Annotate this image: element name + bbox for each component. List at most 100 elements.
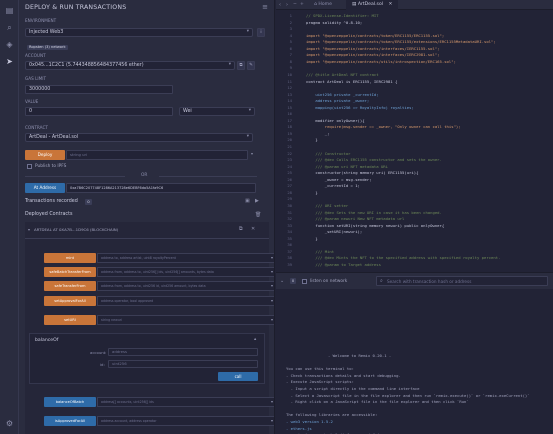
gas-limit-input[interactable]: 3000000 xyxy=(25,85,173,94)
tab-home[interactable]: ⌂ Home xyxy=(308,0,338,10)
code-line: require(msg.sender == _owner, "Only owne… xyxy=(306,124,461,130)
zoom-out-icon[interactable]: − xyxy=(293,0,297,10)
menu-icon[interactable]: ≡ xyxy=(262,3,268,11)
copy-icon[interactable]: ⧉ xyxy=(239,226,243,232)
function-button[interactable]: isApprovedForAll xyxy=(44,416,96,426)
line-number: 14 xyxy=(287,98,292,104)
chevron-up-icon[interactable]: ▴ xyxy=(254,337,256,342)
close-icon[interactable]: ✕ xyxy=(251,226,255,232)
function-input[interactable]: string newuri xyxy=(97,315,274,325)
file-explorer-icon[interactable]: ▤ xyxy=(0,2,19,19)
function-input[interactable]: address account, address operator xyxy=(97,416,274,426)
chevron-down-icon[interactable]: ▾ xyxy=(271,399,273,404)
function-button[interactable]: setApprovalForAll xyxy=(44,296,96,306)
play-icon[interactable]: ▶ xyxy=(255,198,259,204)
tab-artdeal[interactable]: ▤ ArtDeal.sol ✕ xyxy=(346,0,399,10)
code-line: uint256 private _currentId; xyxy=(306,91,379,97)
tab-label: Home xyxy=(318,2,332,7)
chevron-down-icon[interactable]: ▾ xyxy=(271,317,273,322)
line-number: 25 xyxy=(287,170,292,176)
line-number: 17 xyxy=(287,117,292,123)
chevron-down-icon[interactable]: ▾ xyxy=(271,283,273,288)
code-line: contract ArtDeal is ERC1155, IERC2981 { xyxy=(306,78,398,84)
call-button[interactable]: call xyxy=(218,372,258,381)
chevron-down-icon[interactable]: ▾ xyxy=(271,269,273,274)
code-line: _; xyxy=(306,130,330,136)
code-editor[interactable]: 1 // SPDX-License-Identifier: MIT 2 pragma … xyxy=(276,10,553,272)
line-number: 13 xyxy=(287,91,292,97)
panel-title: DEPLOY & RUN TRANSACTIONS xyxy=(25,4,127,11)
code-line: // SPDX-License-Identifier: MIT xyxy=(306,13,379,18)
terminal-search-placeholder: Search with transaction hash or address xyxy=(387,279,472,284)
id-param-input[interactable]: uint256 xyxy=(108,360,258,368)
deploy-panel: DEPLOY & RUN TRANSACTIONS ≡ ENVIRONMENT … xyxy=(19,0,275,434)
instance-title[interactable]: ARTDEAL AT 0XA7B...1D9C6 (BLOCKCHAIN) xyxy=(34,227,118,232)
function-input[interactable]: address to, address artist, uint8 royalt… xyxy=(97,253,274,263)
terminal-line: - Execute JavaScript scripts: xyxy=(286,379,354,385)
terminal-line: You can use this terminal to: xyxy=(286,366,354,372)
search-icon[interactable]: ⌕ xyxy=(0,19,19,36)
terminal-line: - web3 version 1.5.2 xyxy=(286,419,333,424)
function-button[interactable]: safeTransferFrom xyxy=(44,281,96,291)
value-unit-select[interactable]: Wei ▾ xyxy=(179,107,255,116)
line-number: 6 xyxy=(289,45,292,51)
tab-label: ArtDeal.sol xyxy=(357,2,384,7)
function-button[interactable]: mint xyxy=(44,253,96,263)
settings-icon[interactable]: ⚙ xyxy=(0,415,19,432)
code-line: constructor(string memory uri) ERC1155(u… xyxy=(306,170,419,176)
contract-select[interactable]: ArtDeal - ArtDeal.sol ▾ xyxy=(25,133,253,142)
chevron-down-icon[interactable]: ▾ xyxy=(271,418,273,423)
line-number: 7 xyxy=(289,52,292,58)
account-param-input[interactable]: address xyxy=(108,348,258,356)
save-icon[interactable]: ▣ xyxy=(245,198,250,204)
close-icon[interactable]: ✕ xyxy=(389,2,393,7)
line-number: 2 xyxy=(289,19,292,25)
function-button[interactable]: setURI xyxy=(44,315,96,325)
function-button[interactable]: balanceOfBatch xyxy=(44,397,96,407)
line-number: 30 xyxy=(287,202,292,208)
value-amount-input[interactable]: 0 xyxy=(25,107,173,116)
copy-icon[interactable]: ⧉ xyxy=(237,61,245,70)
compile-icon[interactable]: ◈ xyxy=(0,36,19,53)
chevron-down-icon[interactable]: ▾ xyxy=(28,227,30,232)
chevron-down-icon[interactable]: ▾ xyxy=(271,298,273,303)
line-number: 11 xyxy=(287,78,292,84)
chevron-right-icon[interactable]: › xyxy=(286,0,288,10)
chevron-down-icon[interactable]: ▾ xyxy=(251,151,253,156)
function-input[interactable]: address from, address to, uint256 id, ui… xyxy=(97,281,274,291)
at-address-button[interactable]: At Address xyxy=(25,183,65,193)
deploy-button[interactable]: Deploy xyxy=(25,150,65,160)
transactions-recorded-label: Transactions recorded xyxy=(25,199,78,204)
edit-icon[interactable]: ✎ xyxy=(247,61,255,70)
trash-icon[interactable]: 🗑 xyxy=(255,212,261,218)
chevron-down-icon[interactable]: ⌄ xyxy=(280,278,284,284)
line-number: 26 xyxy=(287,176,292,182)
function-input[interactable]: address from, address to, uint256[] ids,… xyxy=(97,267,274,277)
terminal-search[interactable]: ⌕ Search with transaction hash or addres… xyxy=(376,276,548,286)
account-param-label: account: xyxy=(90,350,107,355)
divider xyxy=(159,176,257,177)
listen-network-label: listen on network xyxy=(310,279,348,284)
line-number: 34 xyxy=(287,229,292,235)
deploy-input[interactable]: string uri xyxy=(66,150,248,160)
function-row: setApprovalForAll address operator, bool… xyxy=(44,296,274,306)
environment-select[interactable]: Injected Web3 ▾ xyxy=(25,28,253,37)
code-line: /// @param newuri New NFT metadata url xyxy=(306,216,405,222)
search-icon: ⌕ xyxy=(380,278,383,284)
chevron-left-icon[interactable]: ‹ xyxy=(279,0,281,10)
code-line: /// @dev Mints the NFT to the specified … xyxy=(306,255,501,261)
zoom-in-icon[interactable]: + xyxy=(300,0,304,10)
code-line: _owner = msg.sender; xyxy=(306,176,372,182)
publish-ipfs-checkbox[interactable] xyxy=(27,164,32,169)
code-line: } xyxy=(306,189,318,195)
info-icon[interactable]: i xyxy=(257,28,265,37)
at-address-input[interactable]: 0xa7B6C207748F1286A213728e6DEBF6da5A1fa9… xyxy=(66,183,256,193)
deploy-icon[interactable]: ➤ xyxy=(0,53,19,70)
function-input[interactable]: address[] accounts, uint256[] ids xyxy=(97,397,274,407)
function-input[interactable]: address operator, bool approved xyxy=(97,296,274,306)
chevron-down-icon[interactable]: ▾ xyxy=(271,255,273,260)
function-row: safeTransferFrom address from, address t… xyxy=(44,281,274,291)
account-select[interactable]: 0x045...1C2C1 (5.744348856484377456 ethe… xyxy=(25,61,235,70)
function-button[interactable]: safeBatchTransferFrom xyxy=(44,267,96,277)
listen-network-checkbox[interactable] xyxy=(302,279,307,284)
